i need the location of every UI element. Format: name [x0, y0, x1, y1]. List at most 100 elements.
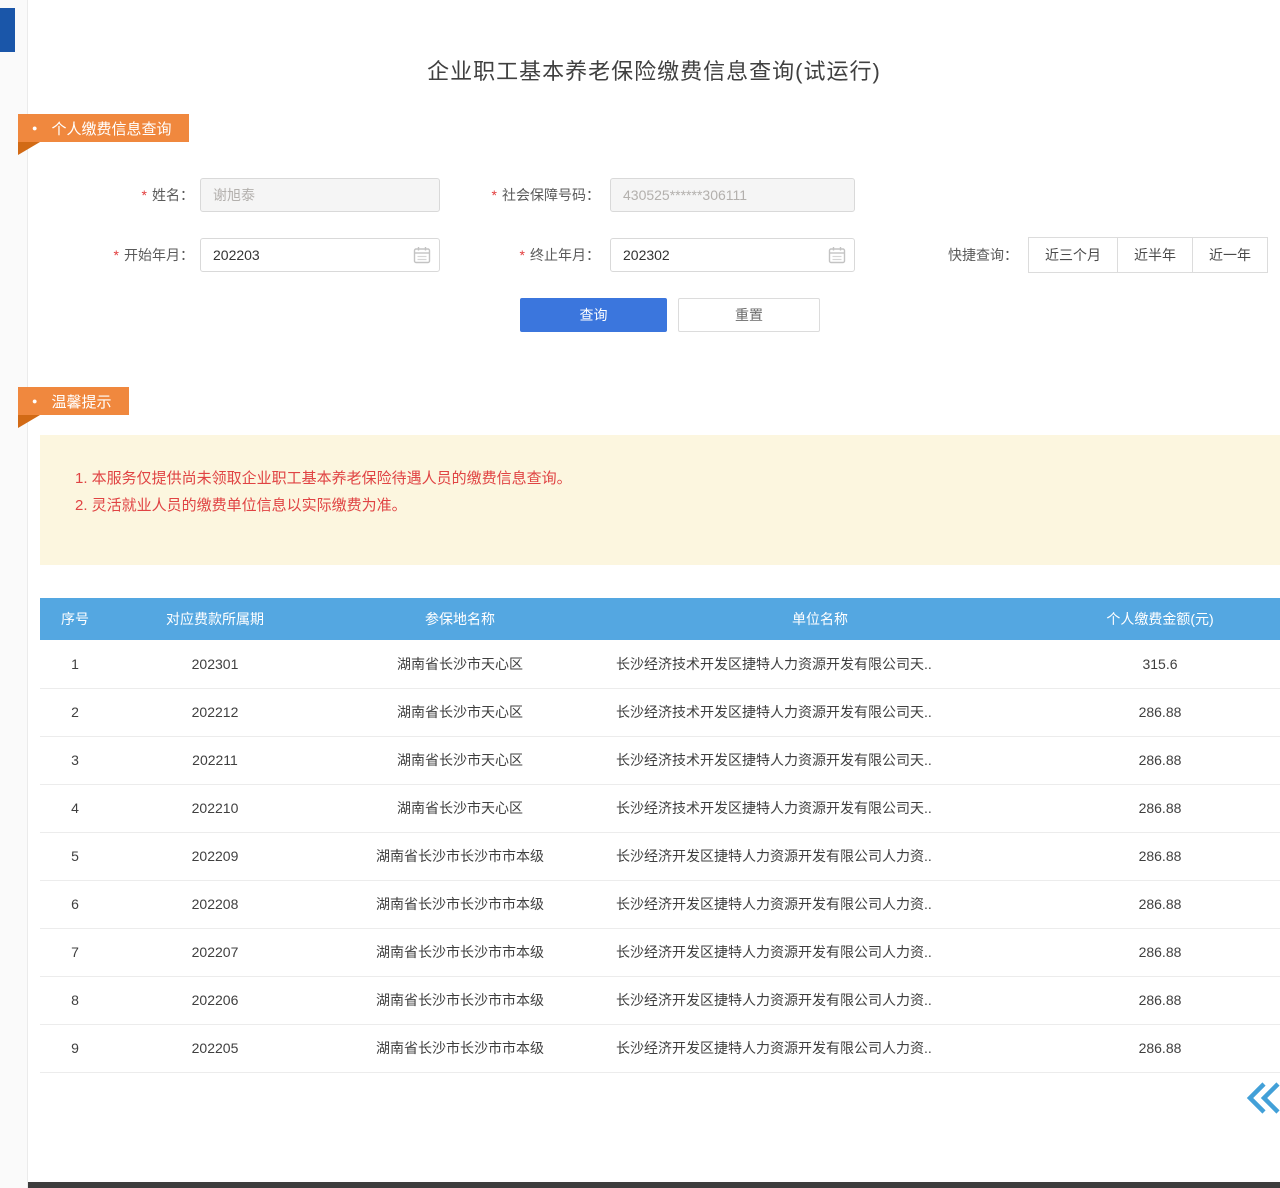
start-month-input[interactable]: [200, 238, 440, 272]
ssn-input[interactable]: [610, 178, 855, 212]
table-row: 4 202210 湖南省长沙市天心区 长沙经济技术开发区捷特人力资源开发有限公司…: [40, 784, 1280, 832]
cell-amount: 286.88: [1040, 928, 1280, 976]
cell-period: 202301: [110, 640, 320, 688]
table-row: 6 202208 湖南省长沙市长沙市市本级 长沙经济开发区捷特人力资源开发有限公…: [40, 880, 1280, 928]
cell-region: 湖南省长沙市天心区: [320, 784, 600, 832]
table-row: 9 202205 湖南省长沙市长沙市市本级 长沙经济开发区捷特人力资源开发有限公…: [40, 1024, 1280, 1072]
cell-region: 湖南省长沙市长沙市市本级: [320, 880, 600, 928]
notice-box: 1. 本服务仅提供尚未领取企业职工基本养老保险待遇人员的缴费信息查询。 2. 灵…: [40, 435, 1280, 565]
cell-index: 5: [40, 832, 110, 880]
name-input[interactable]: [200, 178, 440, 212]
cell-index: 8: [40, 976, 110, 1024]
end-month-input[interactable]: [610, 238, 855, 272]
cell-company: 长沙经济开发区捷特人力资源开发有限公司人力资..: [600, 976, 1040, 1024]
footer-bar: [28, 1182, 1280, 1188]
cell-index: 6: [40, 880, 110, 928]
ribbon-fold: [18, 142, 40, 155]
cell-region: 湖南省长沙市天心区: [320, 688, 600, 736]
cell-region: 湖南省长沙市长沙市市本级: [320, 928, 600, 976]
col-header-region: 参保地名称: [320, 598, 600, 640]
cell-region: 湖南省长沙市天心区: [320, 640, 600, 688]
bullet-icon: ●: [32, 114, 37, 142]
bullet-icon: ●: [32, 387, 37, 415]
cell-region: 湖南省长沙市天心区: [320, 736, 600, 784]
section-badge-label: 温馨提示: [51, 391, 111, 412]
table-header: 序号 对应费款所属期 参保地名称 单位名称 个人缴费金额(元): [40, 598, 1280, 640]
form-row-period: *开始年月： *终止年月：: [28, 238, 1280, 272]
cell-period: 202206: [110, 976, 320, 1024]
cell-period: 202205: [110, 1024, 320, 1072]
double-chevron-left-icon[interactable]: [1242, 1080, 1280, 1116]
table-row: 2 202212 湖南省长沙市天心区 长沙经济技术开发区捷特人力资源开发有限公司…: [40, 688, 1280, 736]
table-body: 1 202301 湖南省长沙市天心区 长沙经济技术开发区捷特人力资源开发有限公司…: [40, 640, 1280, 1072]
quick-option-last-year[interactable]: 近一年: [1192, 237, 1268, 273]
cell-company: 长沙经济技术开发区捷特人力资源开发有限公司天..: [600, 640, 1040, 688]
required-asterisk: *: [114, 247, 119, 263]
cell-company: 长沙经济技术开发区捷特人力资源开发有限公司天..: [600, 688, 1040, 736]
cell-period: 202212: [110, 688, 320, 736]
cell-amount: 315.6: [1040, 640, 1280, 688]
cell-company: 长沙经济开发区捷特人力资源开发有限公司人力资..: [600, 928, 1040, 976]
quick-option-last-3-months[interactable]: 近三个月: [1028, 237, 1118, 273]
cell-company: 长沙经济技术开发区捷特人力资源开发有限公司天..: [600, 736, 1040, 784]
payment-table: 序号 对应费款所属期 参保地名称 单位名称 个人缴费金额(元) 1 202301…: [40, 598, 1280, 1073]
ribbon-fold: [18, 415, 40, 428]
cell-amount: 286.88: [1040, 880, 1280, 928]
cell-amount: 286.88: [1040, 1024, 1280, 1072]
cell-amount: 286.88: [1040, 784, 1280, 832]
ssn-input-wrap: [610, 178, 855, 212]
name-input-wrap: [200, 178, 440, 212]
cell-period: 202209: [110, 832, 320, 880]
cell-amount: 286.88: [1040, 688, 1280, 736]
cell-period: 202208: [110, 880, 320, 928]
quick-query-area: 快捷查询： 近三个月 近半年 近一年: [948, 237, 1280, 273]
end-month-label: *终止年月：: [440, 245, 600, 265]
start-month-wrap: [200, 238, 440, 272]
form-row-identity: *姓名： *社会保障号码：: [28, 178, 1280, 212]
cell-company: 长沙经济开发区捷特人力资源开发有限公司人力资..: [600, 832, 1040, 880]
end-month-wrap: [610, 238, 855, 272]
quick-query-label: 快捷查询：: [948, 245, 1018, 265]
cell-company: 长沙经济技术开发区捷特人力资源开发有限公司天..: [600, 784, 1040, 832]
col-header-amount: 个人缴费金额(元): [1040, 598, 1280, 640]
reset-button[interactable]: 重置: [678, 298, 820, 332]
table-row: 7 202207 湖南省长沙市长沙市市本级 长沙经济开发区捷特人力资源开发有限公…: [40, 928, 1280, 976]
section-badge-label: 个人缴费信息查询: [51, 118, 171, 139]
cell-company: 长沙经济开发区捷特人力资源开发有限公司人力资..: [600, 880, 1040, 928]
cell-period: 202211: [110, 736, 320, 784]
required-asterisk: *: [520, 247, 525, 263]
main-panel: 企业职工基本养老保险缴费信息查询(试运行) ● 个人缴费信息查询 *姓名： *社…: [28, 0, 1280, 1188]
left-gutter: [0, 0, 28, 1188]
name-label: *姓名：: [28, 185, 194, 205]
brand-corner-bar: [0, 8, 15, 52]
page-title: 企业职工基本养老保险缴费信息查询(试运行): [28, 54, 1280, 86]
calendar-icon[interactable]: [413, 246, 431, 264]
query-button[interactable]: 查询: [520, 298, 667, 332]
cell-index: 1: [40, 640, 110, 688]
notice-line: 1. 本服务仅提供尚未领取企业职工基本养老保险待遇人员的缴费信息查询。: [75, 465, 1250, 492]
cell-region: 湖南省长沙市长沙市市本级: [320, 1024, 600, 1072]
quick-option-last-half-year[interactable]: 近半年: [1117, 237, 1193, 273]
cell-period: 202210: [110, 784, 320, 832]
cell-index: 4: [40, 784, 110, 832]
cell-company: 长沙经济开发区捷特人力资源开发有限公司人力资..: [600, 1024, 1040, 1072]
cell-index: 3: [40, 736, 110, 784]
page: 企业职工基本养老保险缴费信息查询(试运行) ● 个人缴费信息查询 *姓名： *社…: [0, 0, 1280, 1188]
required-asterisk: *: [142, 187, 147, 203]
cell-amount: 286.88: [1040, 976, 1280, 1024]
cell-index: 9: [40, 1024, 110, 1072]
cell-amount: 286.88: [1040, 832, 1280, 880]
section-badge-personal-query: ● 个人缴费信息查询: [18, 114, 189, 142]
table-row: 8 202206 湖南省长沙市长沙市市本级 长沙经济开发区捷特人力资源开发有限公…: [40, 976, 1280, 1024]
notice-line: 2. 灵活就业人员的缴费单位信息以实际缴费为准。: [75, 492, 1250, 519]
cell-index: 2: [40, 688, 110, 736]
required-asterisk: *: [492, 187, 497, 203]
cell-amount: 286.88: [1040, 736, 1280, 784]
table-row: 5 202209 湖南省长沙市长沙市市本级 长沙经济开发区捷特人力资源开发有限公…: [40, 832, 1280, 880]
col-header-period: 对应费款所属期: [110, 598, 320, 640]
form-actions: 查询 重置: [520, 298, 820, 332]
table-row: 1 202301 湖南省长沙市天心区 长沙经济技术开发区捷特人力资源开发有限公司…: [40, 640, 1280, 688]
calendar-icon[interactable]: [828, 246, 846, 264]
start-month-label: *开始年月：: [28, 245, 194, 265]
ssn-label: *社会保障号码：: [440, 185, 600, 205]
